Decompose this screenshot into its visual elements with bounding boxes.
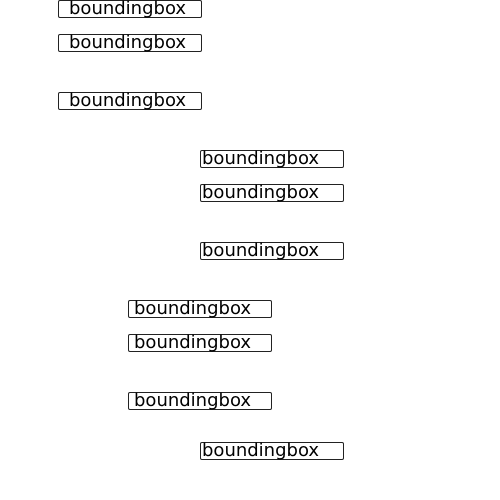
bounding-box-label: boundingbox [128,334,272,352]
bounding-box-label: boundingbox [200,242,344,260]
bounding-box-label: boundingbox [58,0,202,18]
bounding-box-label: boundingbox [200,442,344,460]
bounding-box-label: boundingbox [200,150,344,168]
bounding-box-label: boundingbox [58,34,202,52]
bounding-box-label: boundingbox [128,300,272,318]
bounding-box-label: boundingbox [200,184,344,202]
bounding-box-label: boundingbox [58,92,202,110]
bounding-box-label: boundingbox [128,392,272,410]
